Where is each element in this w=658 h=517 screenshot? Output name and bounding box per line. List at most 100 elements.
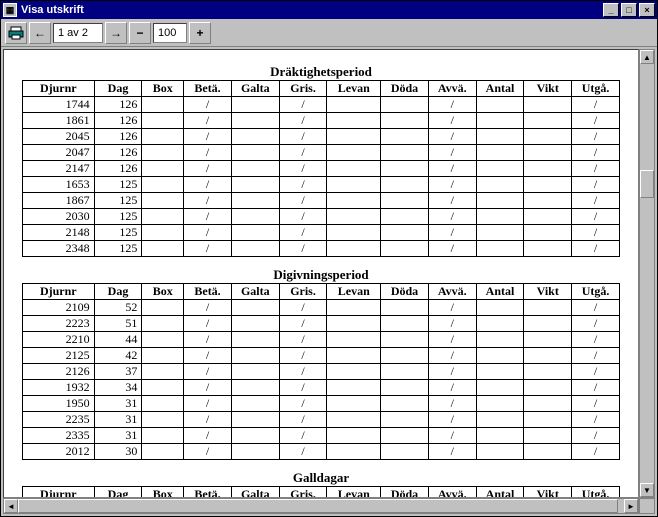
table-cell: / [428,300,476,316]
table-cell [476,412,524,428]
column-header: Vikt [524,81,572,97]
table-cell: 2030 [23,209,95,225]
column-header: Antal [476,487,524,499]
table-cell [231,193,279,209]
table-cell: 34 [94,380,142,396]
zoom-in-button[interactable]: + [189,22,211,44]
column-header: Levan [327,487,381,499]
table-row: 212637//// [23,364,620,380]
table-cell: / [184,332,232,348]
table-row: 2045126//// [23,129,620,145]
table-row: 2147126//// [23,161,620,177]
column-header: Avvä. [428,487,476,499]
table-cell: / [279,177,327,193]
column-header: Betä. [184,284,232,300]
table-cell: 1950 [23,396,95,412]
table-cell: 2045 [23,129,95,145]
table-cell [327,332,381,348]
table-cell [142,145,184,161]
vertical-scrollbar[interactable]: ▲ ▼ [639,49,655,498]
close-button[interactable]: × [639,3,655,17]
table-cell: / [428,412,476,428]
table-cell: / [279,193,327,209]
table-cell: / [572,364,620,380]
table-cell [142,225,184,241]
table-cell: 31 [94,396,142,412]
table-row: 2148125//// [23,225,620,241]
table-row: 2348125//// [23,241,620,257]
scroll-up-button[interactable]: ▲ [640,50,654,64]
table-cell: 42 [94,348,142,364]
table-cell [142,113,184,129]
table-cell [142,161,184,177]
maximize-button[interactable]: □ [621,3,637,17]
table-cell [142,412,184,428]
table-cell: 125 [94,177,142,193]
table-row: 223531//// [23,412,620,428]
column-header: Utgå. [572,284,620,300]
table-cell: / [428,428,476,444]
table-cell: / [428,364,476,380]
table-cell: / [184,380,232,396]
table-cell: 1744 [23,97,95,113]
scroll-corner [639,498,655,514]
table-cell [476,396,524,412]
next-page-button[interactable]: → [105,22,127,44]
table-cell [381,316,429,332]
table-row: 1744126//// [23,97,620,113]
table-cell: / [428,97,476,113]
vscroll-thumb[interactable] [640,170,654,198]
table-cell: / [184,97,232,113]
table-cell [142,380,184,396]
column-header: Galta [231,284,279,300]
table-cell [381,161,429,177]
table-cell [231,300,279,316]
zoom-field[interactable]: 100 [153,23,187,43]
horizontal-scrollbar[interactable]: ◄ ► [3,498,639,514]
table-cell [524,209,572,225]
table-cell: / [572,225,620,241]
table-cell: / [184,113,232,129]
table-cell [142,332,184,348]
section-title: Dräktighetsperiod [22,64,620,80]
table-cell: 1861 [23,113,95,129]
table-cell [231,225,279,241]
table-cell [231,364,279,380]
table-cell [381,348,429,364]
table-cell [142,300,184,316]
column-header: Vikt [524,487,572,499]
zoom-out-button[interactable]: − [129,22,151,44]
table-cell [327,97,381,113]
prev-page-button[interactable]: ← [29,22,51,44]
table-cell [381,412,429,428]
table-cell: / [428,113,476,129]
table-cell [381,145,429,161]
table-cell: / [572,300,620,316]
print-button[interactable] [5,22,27,44]
table-row: 193234//// [23,380,620,396]
hscroll-thumb[interactable] [18,499,618,513]
table-cell [524,380,572,396]
scroll-left-button[interactable]: ◄ [4,499,18,513]
table-cell: 2126 [23,364,95,380]
table-cell [524,193,572,209]
table-cell [142,348,184,364]
column-header: Levan [327,81,381,97]
table-cell: 2210 [23,332,95,348]
table-row: 233531//// [23,428,620,444]
scroll-right-button[interactable]: ► [624,499,638,513]
table-cell: / [428,177,476,193]
scroll-down-button[interactable]: ▼ [640,483,654,497]
table-cell [381,129,429,145]
table-cell [524,348,572,364]
table-cell: / [184,412,232,428]
table-cell [142,209,184,225]
table-cell [142,428,184,444]
column-header: Box [142,487,184,499]
column-header: Betä. [184,487,232,499]
minimize-button[interactable]: _ [603,3,619,17]
table-cell [142,316,184,332]
table-cell: / [184,316,232,332]
table-cell: / [572,97,620,113]
page-field[interactable]: 1 av 2 [53,23,103,43]
